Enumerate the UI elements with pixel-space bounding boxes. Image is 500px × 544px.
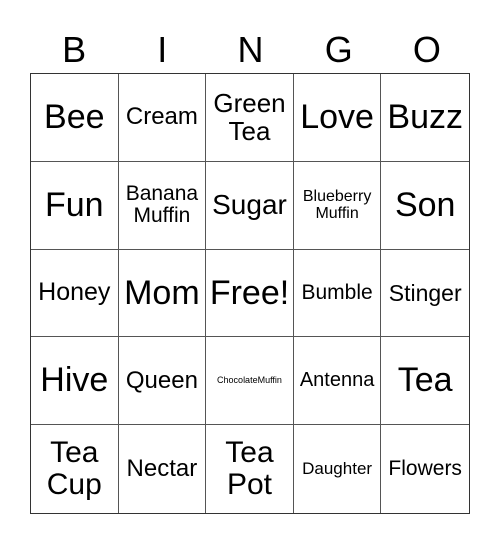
header-letter-g: G [324, 29, 353, 70]
header-letter-b: B [62, 29, 87, 70]
bingo-cell[interactable]: Antenna [293, 337, 382, 426]
bingo-cell-text: Bee [44, 98, 105, 137]
bingo-cell-text: Tea Pot [225, 435, 274, 502]
bingo-cell-text: Sugar [212, 189, 287, 221]
bingo-cell[interactable]: Cream [118, 74, 207, 162]
bingo-cell-text: Son [394, 185, 456, 224]
bingo-cell-text: Fun [45, 185, 104, 224]
bingo-grid: Bee Cream Green Tea Love Buzz Fun Banana Muffi… [30, 73, 470, 514]
bingo-cell-text: Nectar [126, 455, 198, 483]
bingo-cell-text: Flowers [388, 456, 462, 480]
header-letter-o: O [412, 29, 441, 70]
bingo-cell[interactable]: Honey [31, 249, 119, 338]
bingo-cell[interactable]: Stinger [381, 250, 469, 338]
bingo-cell[interactable]: Buzz [381, 74, 469, 162]
bingo-cell-text: Antenna [299, 368, 375, 391]
bingo-cell[interactable]: Bee [31, 74, 119, 162]
bingo-cell-text: Buzz [387, 98, 463, 137]
bingo-cell[interactable]: Queen [118, 337, 207, 426]
header-letter-i: I [157, 29, 168, 70]
bingo-cell[interactable]: Tea Cup [31, 425, 119, 513]
bingo-cell[interactable]: Bumble [293, 249, 382, 338]
bingo-cell-text: Banana Muffin [125, 181, 199, 228]
bingo-cell-text: Tea [397, 361, 453, 400]
bingo-cell[interactable]: Sugar [206, 161, 294, 250]
bingo-header: B I N G O [30, 28, 471, 72]
bingo-cell-text: Cream [125, 103, 198, 131]
bingo-cell-text: Hive [40, 361, 109, 400]
bingo-cell[interactable]: Tea Pot [206, 425, 294, 513]
bingo-cell[interactable]: Mom [118, 249, 207, 338]
bingo-cell[interactable]: Blueberry Muffin [293, 161, 382, 250]
bingo-cell-text: Stinger [388, 279, 462, 306]
bingo-cell[interactable]: Fun [31, 161, 119, 250]
bingo-cell-text: Queen [125, 366, 198, 394]
bingo-cell[interactable]: Hive [31, 337, 119, 426]
bingo-cell-text: ChocolateMuffin [217, 374, 282, 385]
bingo-cell-text: Love [300, 98, 374, 137]
bingo-cell[interactable]: Love [293, 74, 382, 162]
bingo-cell-text: Tea Cup [46, 435, 102, 502]
bingo-cell-text: Mom [124, 273, 200, 312]
bingo-cell[interactable]: Son [381, 162, 469, 250]
bingo-cell[interactable]: Green Tea [206, 74, 294, 162]
bingo-cell-text: Green Tea [213, 88, 286, 147]
bingo-cell[interactable]: Free! [206, 249, 294, 338]
bingo-cell[interactable]: ChocolateMuffin [206, 337, 294, 426]
bingo-cell[interactable]: Nectar [119, 425, 207, 513]
bingo-cell-text: Free! [209, 273, 290, 312]
bingo-cell[interactable]: Banana Muffin [118, 161, 207, 250]
bingo-cell[interactable]: Tea [381, 337, 469, 426]
bingo-cell[interactable]: Flowers [381, 425, 469, 513]
bingo-cell-text: Blueberry Muffin [302, 187, 372, 223]
bingo-cell-text: Honey [38, 278, 111, 307]
bingo-cell-text: Bumble [301, 280, 373, 304]
bingo-cell-text: Daughter [302, 458, 373, 478]
header-letter-n: N [237, 29, 264, 70]
bingo-cell[interactable]: Daughter [294, 425, 382, 513]
